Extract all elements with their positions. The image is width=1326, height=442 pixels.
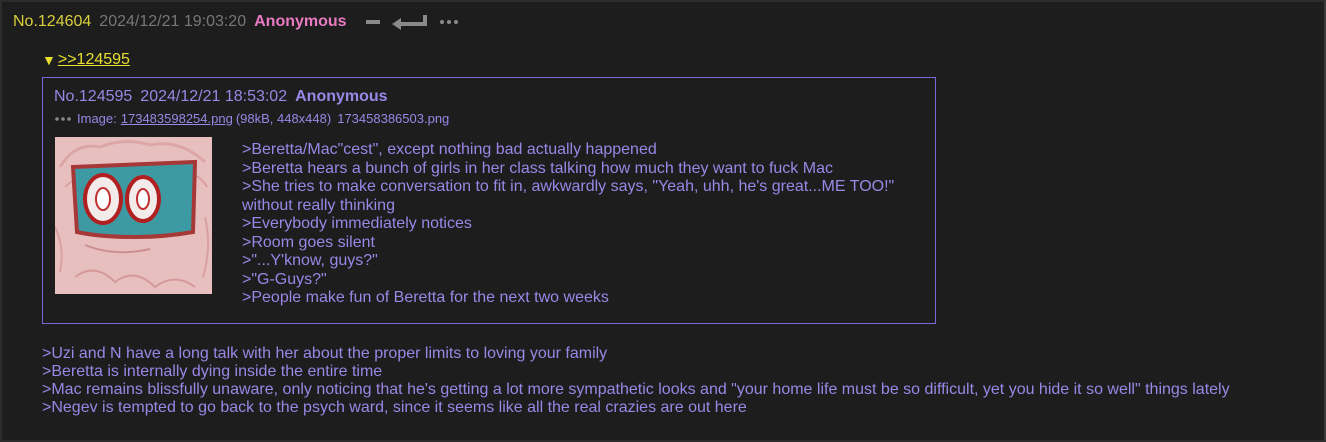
quote-link[interactable]: >>124595 — [58, 51, 130, 69]
greentext-line: >People make fun of Beretta for the next… — [242, 289, 609, 306]
quoted-post-number[interactable]: No.124595 — [54, 88, 132, 106]
more-icon[interactable] — [439, 18, 459, 26]
greentext-line: >"...Y'know, guys?" — [242, 252, 378, 269]
quoted-poster-name: Anonymous — [295, 88, 388, 105]
greentext-line: >Negev is tempted to go back to the psyc… — [42, 399, 747, 416]
greentext-line: >Uzi and N have a long talk with her abo… — [42, 345, 608, 362]
file-link[interactable]: 173483598254.png — [121, 111, 233, 126]
greentext-line: >Beretta/Mac"cest", except nothing bad a… — [242, 141, 657, 158]
minus-icon[interactable] — [365, 18, 381, 26]
image-thumbnail[interactable] — [54, 137, 212, 294]
quoted-post-date: 2024/12/21 18:53:02 — [140, 88, 288, 105]
greentext-line: >Mac remains blissfully unaware, only no… — [42, 381, 1230, 398]
original-filename: 173458386503.png — [337, 111, 450, 126]
quoted-post-header: No.124595 2024/12/21 18:53:02 Anonymous — [54, 88, 388, 106]
greentext-line: >She tries to make conversation to fit i… — [242, 178, 895, 214]
post: No.124604 2024/12/21 19:03:20 Anonymous … — [0, 0, 1326, 442]
post-body: >Uzi and N have a long talk with her abo… — [42, 345, 1312, 417]
quoted-post: No.124595 2024/12/21 18:53:02 Anonymous … — [42, 77, 936, 324]
file-info: Image: 173483598254.png (98kB, 448x448) … — [54, 111, 449, 126]
poster-name: Anonymous — [254, 13, 347, 30]
post-number[interactable]: No.124604 — [13, 13, 91, 31]
greentext-line: >Beretta hears a bunch of girls in her c… — [242, 159, 833, 177]
file-label: Image: — [77, 111, 117, 126]
post-header: No.124604 2024/12/21 19:03:20 Anonymous — [13, 12, 469, 32]
collapse-triangle-icon[interactable]: ▼ — [42, 52, 56, 68]
greentext-line: >"G-Guys?" — [242, 270, 327, 288]
quote-backlink[interactable]: ▼ >>124595 — [42, 51, 130, 69]
more-icon[interactable] — [54, 116, 72, 122]
greentext-line: >Beretta is internally dying inside the … — [42, 363, 383, 380]
post-date: 2024/12/21 19:03:20 — [99, 13, 247, 30]
quoted-post-body: >Beretta/Mac"cest", except nothing bad a… — [242, 141, 912, 308]
greentext-line: >Everybody immediately notices — [242, 215, 472, 232]
greentext-line: >Room goes silent — [242, 233, 375, 251]
reply-arrow-icon[interactable] — [391, 14, 429, 30]
file-meta: (98kB, 448x448) — [235, 111, 332, 126]
